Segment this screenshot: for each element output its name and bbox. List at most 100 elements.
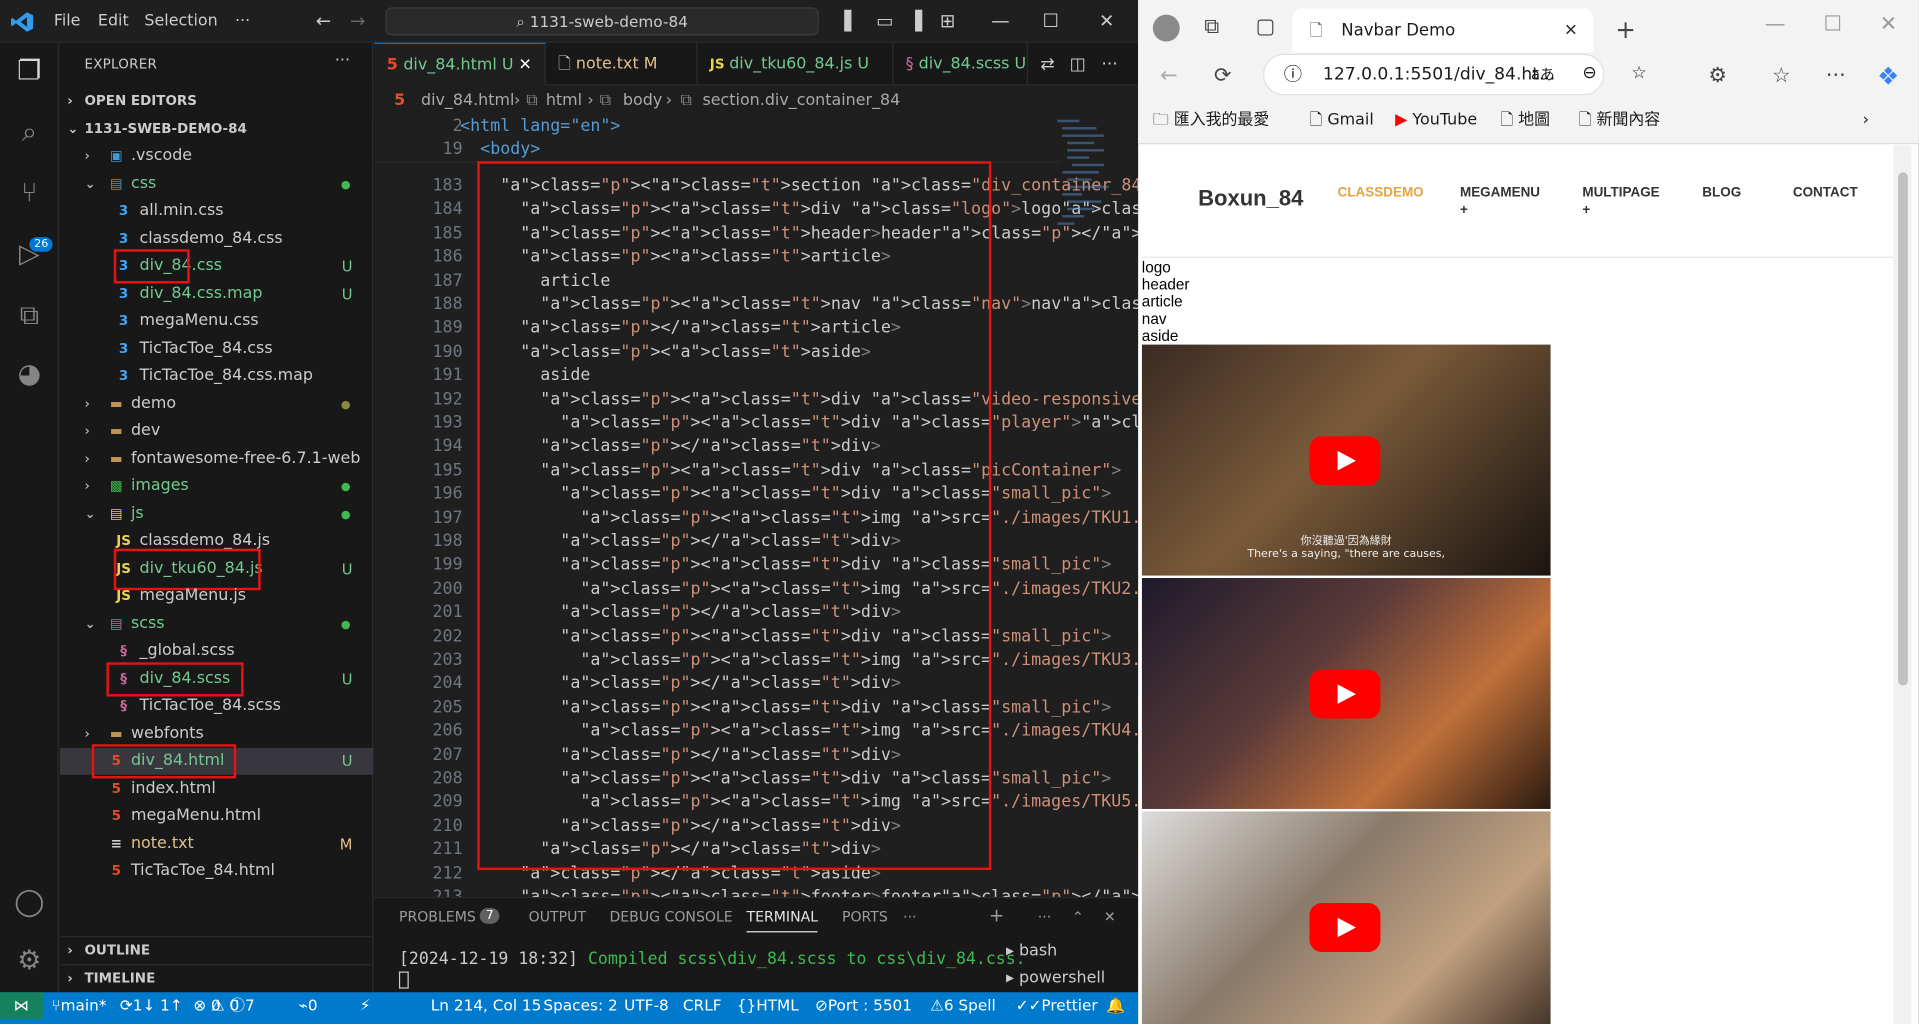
terminal-output[interactable]: [2024-12-19 18:32] Compiled scss\div_84.… xyxy=(399,949,1026,969)
eol[interactable]: CRLF xyxy=(683,992,722,1019)
address-bar[interactable]: ⓘ 127.0.0.1:5501/div_84.ht... aあ ⊖ ☆ xyxy=(1262,53,1647,96)
site-brand[interactable]: Boxun_84 xyxy=(1198,186,1303,212)
browser-tab[interactable]: 🗋 Navbar Demo ✕ xyxy=(1292,8,1594,53)
customize-layout-icon[interactable]: ⊞ xyxy=(940,10,955,32)
tab-div-84-scss[interactable]: § div_84.scss U xyxy=(893,42,1028,86)
explorer-icon[interactable]: ❐ xyxy=(12,55,46,89)
menu-file[interactable]: File xyxy=(54,0,81,43)
play-button-icon[interactable] xyxy=(1309,669,1381,719)
extensions-icon[interactable]: ⚙ xyxy=(1708,64,1727,88)
sync-indicator[interactable]: ⟳ 1↓ 1↑ xyxy=(120,992,183,1019)
new-tab-icon[interactable]: + xyxy=(1615,15,1636,44)
tree-item[interactable]: › ▩ images xyxy=(60,473,373,500)
nav-multipage[interactable]: MULTIPAGE + xyxy=(1582,185,1668,219)
workspace-root[interactable]: ⌄ 1131-SWEB-DEMO-84 xyxy=(60,116,373,143)
settings-more-icon[interactable]: ··· xyxy=(1826,64,1846,88)
new-terminal-icon[interactable]: + xyxy=(989,904,1004,926)
back-icon[interactable]: ← xyxy=(1160,64,1177,88)
video-thumbnail[interactable] xyxy=(1141,578,1551,809)
tab-div-84-html[interactable]: 5 div_84.html U ✕ xyxy=(374,42,546,86)
menu-edit[interactable]: Edit xyxy=(98,0,129,43)
prettier-status[interactable]: ✓✓ Prettier xyxy=(1016,992,1098,1019)
minimize-icon[interactable]: — xyxy=(991,10,1009,32)
play-button-icon[interactable] xyxy=(1309,436,1381,486)
tree-item[interactable]: 3 all.min.css xyxy=(60,198,373,225)
breadcrumb-html[interactable]: html xyxy=(546,88,582,115)
tree-item[interactable]: 5 TicTacToe_84.html xyxy=(60,858,373,885)
fav-youtube[interactable]: ▶ YouTube xyxy=(1395,103,1477,140)
tree-item[interactable]: › ▣ .vscode xyxy=(60,143,373,170)
workspaces-icon[interactable]: ⧉ xyxy=(1204,15,1219,39)
command-center[interactable]: ⌕ 1131-sweb-demo-84 xyxy=(385,7,819,36)
tab-note-txt[interactable]: 🗋 note.txt M xyxy=(546,42,698,86)
tree-item[interactable]: 3 megaMenu.css xyxy=(60,308,373,335)
settings-gear-icon[interactable]: ⚙ xyxy=(12,945,46,979)
tree-item[interactable]: 3 TicTacToe_84.css xyxy=(60,335,373,362)
minimize-icon[interactable]: — xyxy=(1765,12,1786,36)
video-thumbnail[interactable] xyxy=(1141,811,1551,1024)
ports-forwarded[interactable]: ⌁ 0 xyxy=(299,992,318,1019)
branch-indicator[interactable]: ⑂ main* xyxy=(51,992,106,1019)
terminal-bash[interactable]: ▸ bash xyxy=(1006,942,1057,960)
code-editor[interactable]: 183 "a">class="p"><"a">class="t">section… xyxy=(374,114,1139,897)
terminal-more-icon[interactable]: ··· xyxy=(1038,908,1051,925)
tree-item[interactable]: 3 div_84.css U xyxy=(60,253,373,280)
profile-avatar-icon[interactable] xyxy=(1152,14,1180,42)
tree-item[interactable]: ⌄ ▤ css xyxy=(60,170,373,197)
maximize-panel-icon[interactable]: ⌃ xyxy=(1072,908,1084,925)
tree-item[interactable]: § TicTacToe_84.scss xyxy=(60,693,373,720)
breadcrumb-body[interactable]: body xyxy=(623,88,662,115)
favorites-icon[interactable]: ☆ xyxy=(1772,64,1791,88)
split-editor-icon[interactable]: ◫ xyxy=(1070,55,1086,75)
page-scrollbar[interactable] xyxy=(1893,145,1912,1024)
source-control-icon[interactable]: ⑂ xyxy=(12,177,46,211)
tab-div-tku60-js[interactable]: JS div_tku60_84.js U xyxy=(698,42,894,86)
tree-item[interactable]: 3 div_84.css.map U xyxy=(60,280,373,307)
remote-explorer-icon[interactable]: ◕ xyxy=(12,358,46,392)
accounts-icon[interactable]: ◯ xyxy=(12,886,46,920)
forward-arrow-icon[interactable]: → xyxy=(350,10,365,32)
tab-actions-icon[interactable]: ▢ xyxy=(1256,15,1276,39)
timeline-section[interactable]: › TIMELINE xyxy=(59,964,374,991)
panel-tab-debug-console[interactable]: DEBUG CONSOLE xyxy=(609,908,732,925)
close-window-icon[interactable]: ✕ xyxy=(1099,10,1114,32)
toggle-panel-icon[interactable]: ▭ xyxy=(876,10,893,32)
panel-more-icon[interactable]: ··· xyxy=(903,908,916,925)
chevron-right-icon[interactable]: › xyxy=(1863,103,1869,140)
run-debug-icon[interactable]: ▷ xyxy=(12,238,46,272)
maximize-icon[interactable]: ☐ xyxy=(1043,10,1059,32)
explorer-more-icon[interactable]: ··· xyxy=(335,51,350,69)
tree-item[interactable]: 3 TicTacToe_84.css.map xyxy=(60,363,373,390)
nav-contact[interactable]: CONTACT xyxy=(1793,185,1858,202)
maximize-icon[interactable]: ☐ xyxy=(1823,12,1842,36)
spell-checker[interactable]: ⚠ 6 Spell xyxy=(930,992,996,1019)
close-tab-icon[interactable]: ✕ xyxy=(1564,9,1578,53)
extensions-icon[interactable]: ⧉ xyxy=(12,299,46,333)
tree-item[interactable]: › ▬ dev xyxy=(60,418,373,445)
tree-item[interactable]: 3 classdemo_84.css xyxy=(60,225,373,252)
breadcrumb-section[interactable]: section.div_container_84 xyxy=(702,88,900,115)
toggle-sidebar-icon[interactable]: ▌ xyxy=(844,10,858,32)
close-tab-icon[interactable]: ✕ xyxy=(519,56,532,74)
menu-more[interactable]: ··· xyxy=(235,0,250,43)
open-editors-section[interactable]: › OPEN EDITORS xyxy=(60,88,373,115)
search-view-icon[interactable]: ⌕ xyxy=(12,116,46,150)
breadcrumb-file[interactable]: div_84.html xyxy=(421,88,514,115)
refresh-icon[interactable]: ⟳ xyxy=(1214,64,1231,88)
nav-megamenu[interactable]: MEGAMENU + xyxy=(1460,185,1546,219)
nav-blog[interactable]: BLOG xyxy=(1702,185,1741,202)
tree-item[interactable]: › ▬ demo xyxy=(60,390,373,417)
notifications-bell-icon[interactable]: 🔔 xyxy=(1106,992,1125,1019)
back-arrow-icon[interactable]: ← xyxy=(316,10,331,32)
close-window-icon[interactable]: ✕ xyxy=(1880,12,1897,36)
favorite-star-icon[interactable]: ☆ xyxy=(1631,54,1646,93)
fav-maps[interactable]: 🗋 地圖 xyxy=(1500,103,1550,140)
fav-gmail[interactable]: 🗋 Gmail xyxy=(1309,103,1373,140)
fav-news[interactable]: 🗋 新聞內容 xyxy=(1579,103,1661,140)
live-server-port[interactable]: ⊘ Port : 5501 xyxy=(815,992,912,1019)
terminal-powershell[interactable]: ▸ powershell xyxy=(1006,969,1105,987)
panel-tab-ports[interactable]: PORTS xyxy=(842,908,888,925)
encoding[interactable]: UTF-8 xyxy=(624,992,669,1019)
outline-section[interactable]: › OUTLINE xyxy=(59,936,374,963)
toggle-secondary-sidebar-icon[interactable]: ▐ xyxy=(908,10,922,32)
